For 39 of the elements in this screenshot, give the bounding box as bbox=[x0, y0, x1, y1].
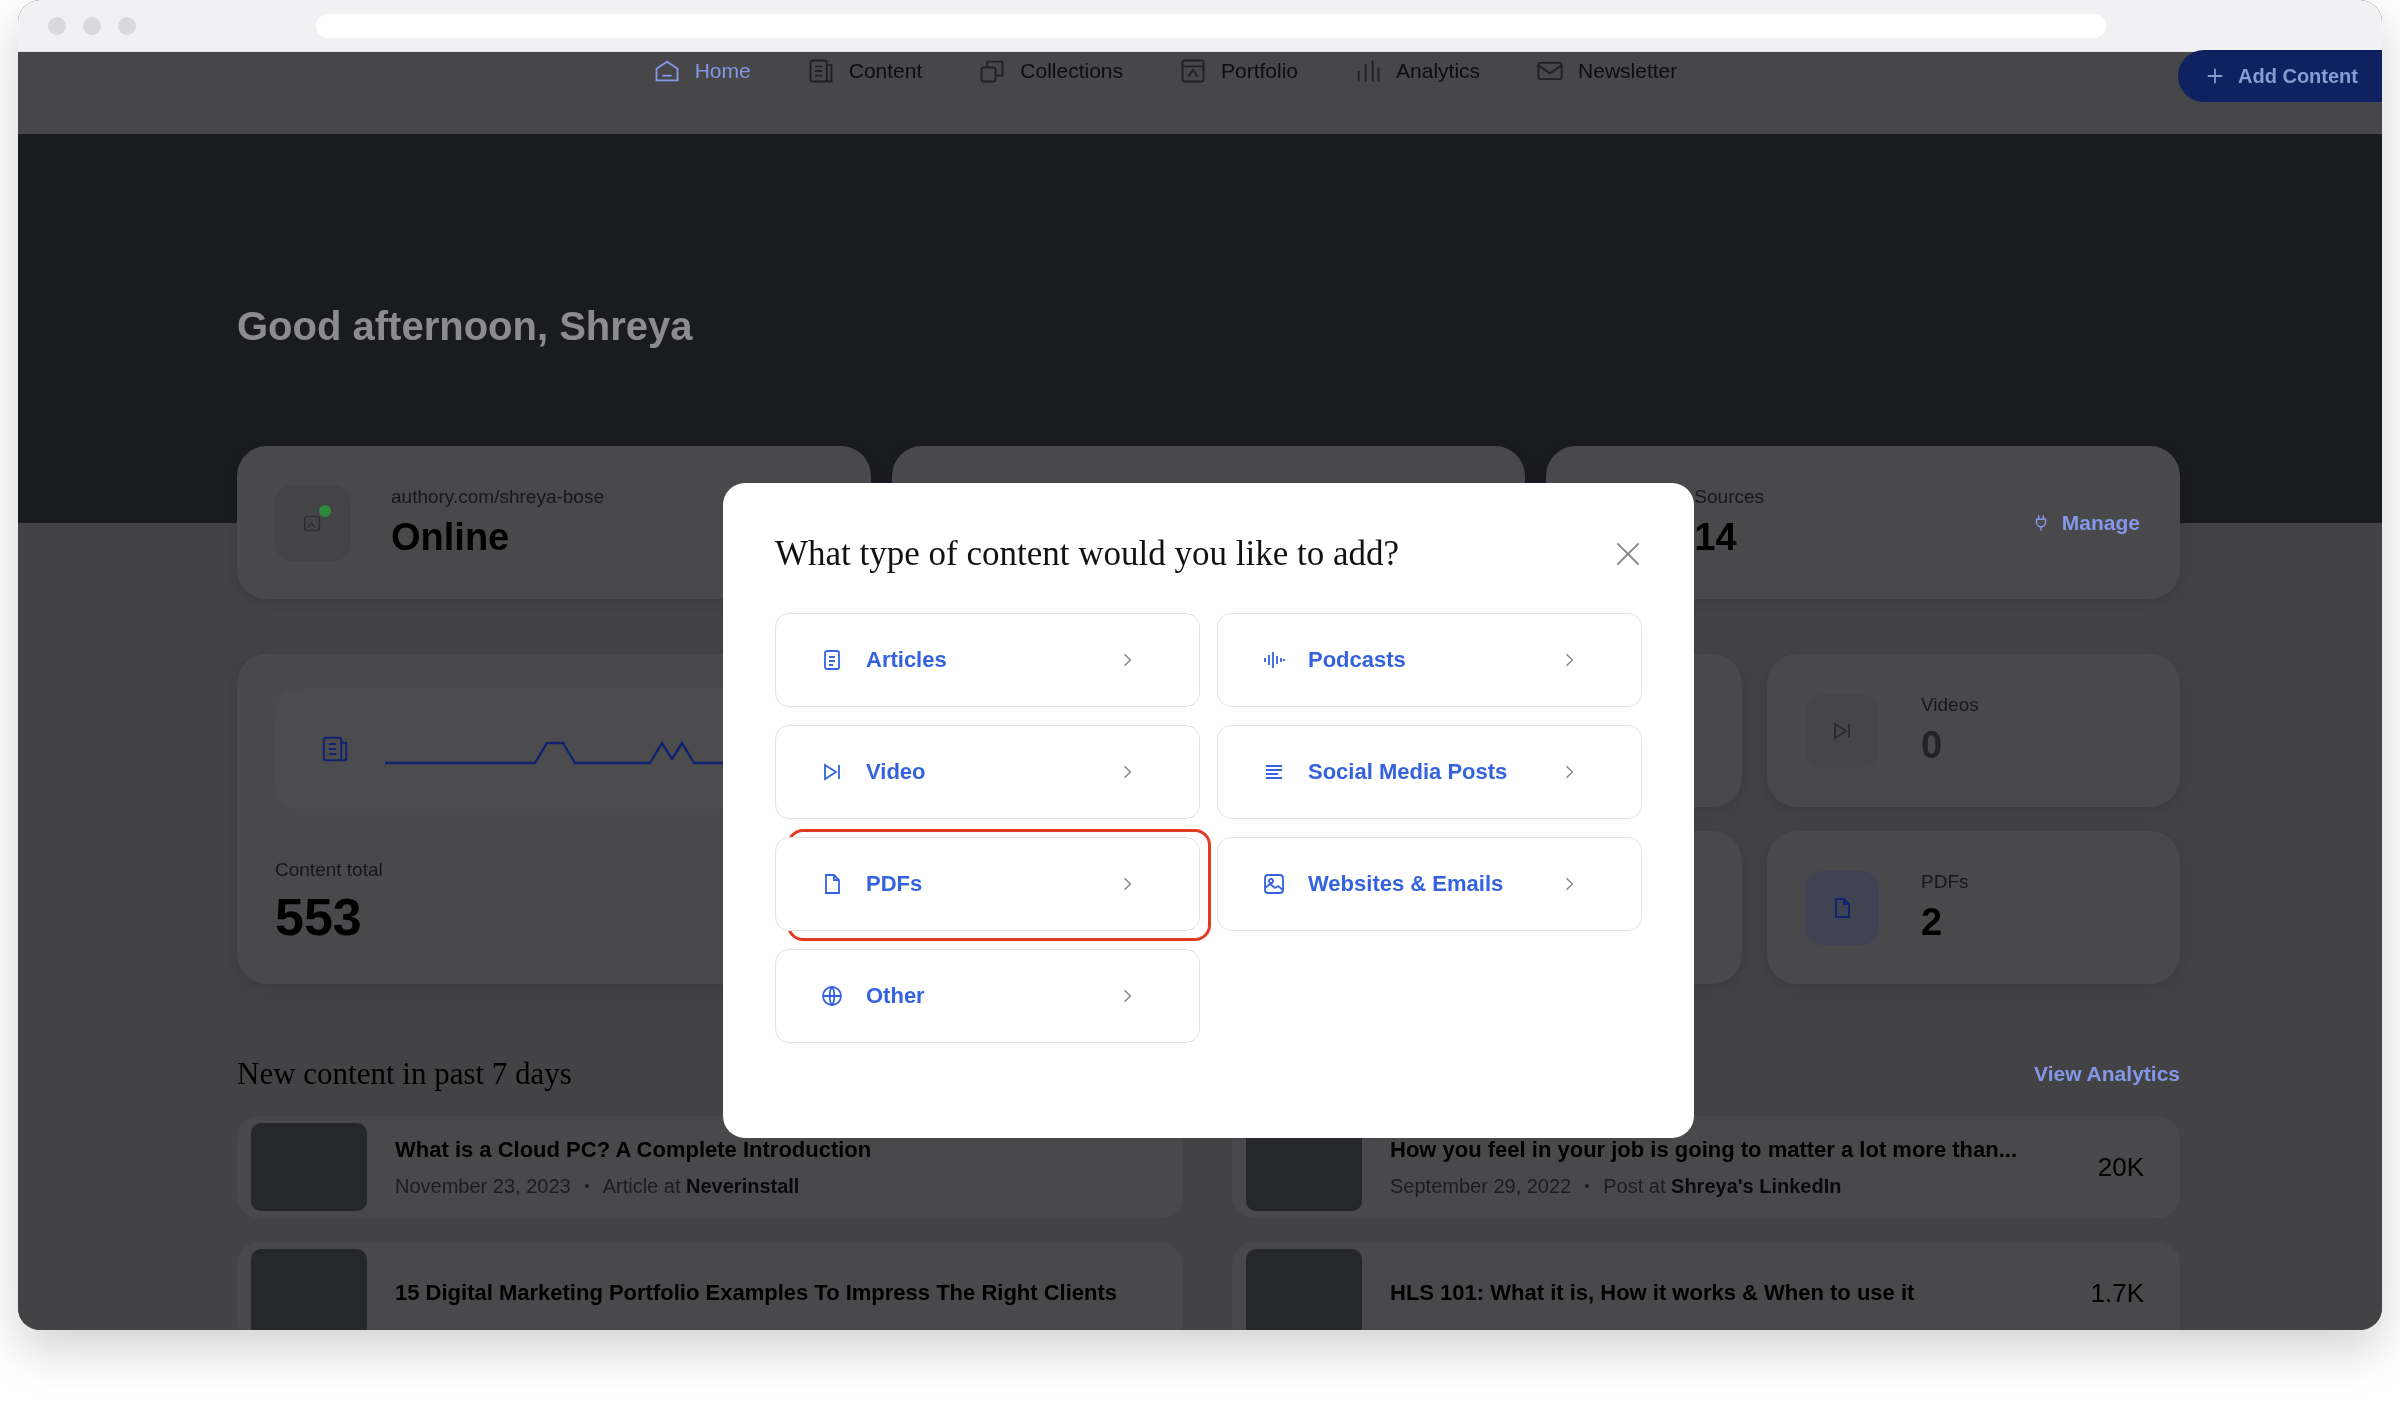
nav-tab[interactable]: Portfolio bbox=[1179, 56, 1299, 86]
content-type-option[interactable]: PDFs bbox=[775, 837, 1200, 931]
content-icon bbox=[320, 734, 350, 764]
section-heading: New content in past 7 days bbox=[237, 1056, 572, 1092]
view-count: 20K bbox=[2097, 1151, 2145, 1183]
nav-tab[interactable]: Newsletter bbox=[1536, 56, 1678, 86]
content-total-value: 553 bbox=[275, 887, 363, 947]
content-type-option[interactable]: Websites & Emails bbox=[1217, 837, 1642, 931]
website-icon bbox=[1262, 872, 1286, 896]
content-title: How you feel in your job is going to matter a lot more than... bbox=[1390, 1136, 2019, 1163]
nav-tab[interactable]: Content bbox=[806, 56, 923, 86]
content-row[interactable]: 15 Digital Marketing Portfolio Examples To Impress The Right Clients bbox=[237, 1242, 1183, 1330]
site-status: Online bbox=[391, 516, 511, 559]
greeting: Good afternoon, Shreya bbox=[237, 304, 694, 349]
sources-count: 14 bbox=[1694, 516, 1738, 559]
bullet-icon bbox=[584, 1184, 589, 1188]
manage-link[interactable]: Manage bbox=[2031, 510, 2140, 535]
content-title: HLS 101: What it is, How it works & When to use it bbox=[1390, 1280, 1916, 1306]
plus-icon bbox=[2206, 67, 2224, 85]
stat-value: 2 bbox=[1921, 901, 1944, 944]
content-title: What is a Cloud PC? A Complete Introduction bbox=[395, 1136, 873, 1163]
window-controls-icon[interactable] bbox=[48, 16, 136, 35]
add-content-button[interactable]: Add Content bbox=[2178, 50, 2382, 102]
content-type-option[interactable]: Social Media Posts bbox=[1217, 725, 1642, 819]
content-title: 15 Digital Marketing Portfolio Examples To Impress The Right Clients bbox=[395, 1280, 1119, 1306]
content-type-option[interactable]: Podcasts bbox=[1217, 613, 1642, 707]
content-type-option[interactable]: Articles bbox=[775, 613, 1200, 707]
portfolio-icon bbox=[1179, 57, 1207, 85]
content-type-option[interactable]: Other bbox=[775, 949, 1200, 1043]
nav-tab[interactable]: Home bbox=[652, 56, 751, 86]
other-icon bbox=[820, 984, 844, 1008]
content-row[interactable]: HLS 101: What it is, How it works & When to use it 1.7K bbox=[1232, 1242, 2180, 1330]
nav-tab[interactable]: Collections bbox=[978, 56, 1123, 86]
view-count: 1.7K bbox=[2090, 1277, 2145, 1309]
view-analytics-link[interactable]: View Analytics bbox=[2034, 1062, 2180, 1086]
nav-tab[interactable]: Analytics bbox=[1354, 56, 1481, 86]
dialog-title: What type of content would you like to add? bbox=[775, 534, 1399, 574]
bullet-icon bbox=[1585, 1184, 1590, 1188]
content-type-option[interactable]: Video bbox=[775, 725, 1200, 819]
